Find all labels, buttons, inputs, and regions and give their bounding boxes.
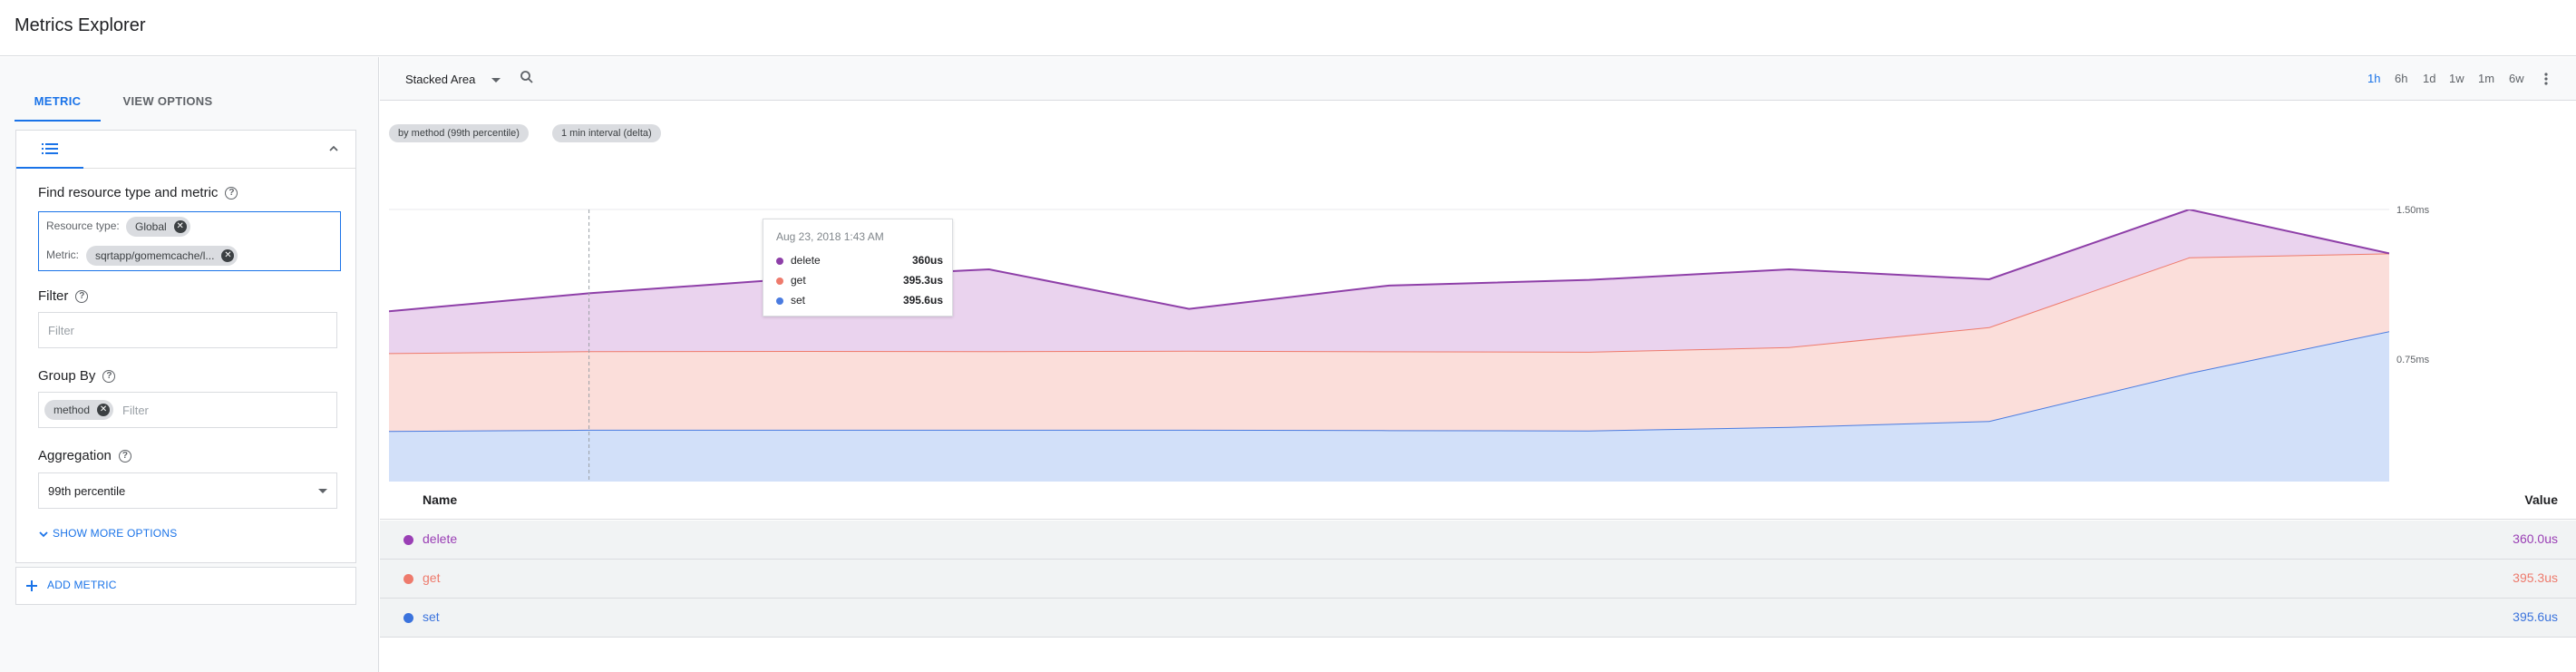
tooltip-row-delete: delete 360us (776, 254, 943, 268)
series-color-dot (403, 613, 413, 623)
add-metric-label: ADD METRIC (47, 579, 117, 591)
chart-toolbar: Stacked Area 1h 6h 1d 1w 1m 6w (380, 57, 2576, 101)
stacked-area-chart[interactable]: 00.75ms1.50ms:15:30:451:44:15:30:451:45:… (380, 148, 2576, 511)
chart-type-label: Stacked Area (405, 73, 476, 86)
group-by-placeholder: Filter (122, 404, 149, 417)
help-icon[interactable]: ? (118, 450, 131, 463)
aggregation-value: 99th percentile (48, 484, 126, 498)
metric-config-panel: METRIC VIEW OPTIONS Find resource type a… (0, 57, 379, 672)
chevron-up-icon[interactable] (326, 141, 341, 156)
value-column-header[interactable]: Value (2524, 492, 2558, 507)
list-view-icon[interactable] (16, 131, 83, 169)
tooltip-series-name: get (791, 274, 806, 287)
series-dot (776, 297, 783, 305)
filter-placeholder: Filter (48, 324, 74, 337)
plus-icon (26, 579, 37, 591)
tooltip-series-name: set (791, 294, 806, 307)
metric-chip-label: sqrtapp/gomemcache/l... (95, 249, 215, 262)
filter-label-text: Filter (38, 288, 69, 304)
tooltip-series-value: 395.6us (902, 294, 943, 307)
chart-type-select[interactable]: Stacked Area (405, 73, 501, 86)
search-icon[interactable] (520, 70, 534, 89)
aggregation-label: Aggregation? (38, 448, 131, 463)
group-by-chip[interactable]: method ✕ (44, 400, 114, 420)
name-column-header[interactable]: Name (423, 492, 457, 507)
remove-chip-icon[interactable]: ✕ (97, 404, 111, 416)
add-metric-button[interactable]: ADD METRIC (25, 579, 117, 592)
y-tick-label: 0.75ms (2396, 355, 2430, 365)
series-name: get (423, 570, 441, 585)
series-value: 395.3us (2513, 570, 2558, 585)
group-by-pill: by method (99th percentile) (389, 124, 529, 142)
help-icon[interactable]: ? (225, 187, 238, 200)
help-icon[interactable]: ? (102, 370, 116, 384)
metric-label: Metric: (46, 248, 79, 261)
interval-pill: 1 min interval (delta) (552, 124, 661, 142)
series-color-dot (403, 574, 413, 584)
tooltip-row-get: get 395.3us (776, 274, 943, 288)
chevron-down-icon (39, 531, 48, 538)
table-row[interactable]: set 395.6us (380, 599, 2576, 638)
add-metric-card[interactable]: ADD METRIC (15, 567, 356, 605)
show-more-options-button[interactable]: SHOW MORE OPTIONS (38, 527, 177, 540)
dropdown-caret-icon (318, 489, 327, 493)
range-6h[interactable]: 6h (2395, 72, 2407, 85)
tooltip-row-set: set 395.6us (776, 294, 943, 308)
resource-type-chip-label: Global (135, 220, 167, 233)
series-dot (776, 258, 783, 265)
group-by-chip-label: method (53, 404, 91, 416)
series-group (389, 209, 2389, 509)
help-icon[interactable]: ? (75, 290, 89, 304)
tooltip-series-value: 395.3us (902, 274, 943, 287)
metric-card-header (16, 131, 355, 169)
find-resource-label: Find resource type and metric? (38, 185, 238, 200)
remove-chip-icon[interactable]: ✕ (173, 220, 187, 233)
table-header: Name Value (380, 482, 2576, 520)
group-by-input[interactable]: method ✕ Filter (38, 392, 337, 428)
aggregation-label-text: Aggregation (38, 448, 112, 463)
series-name: delete (423, 531, 458, 546)
range-1w[interactable]: 1w (2449, 72, 2464, 85)
tab-metric[interactable]: METRIC (15, 82, 101, 122)
time-range-selector: 1h 6h 1d 1w 1m 6w (2367, 72, 2558, 88)
y-tick-label: 1.50ms (2396, 205, 2430, 216)
series-name: set (423, 609, 440, 624)
range-6w[interactable]: 6w (2509, 72, 2524, 85)
series-value: 395.6us (2513, 609, 2558, 624)
dropdown-caret-icon (491, 78, 501, 83)
filter-label: Filter? (38, 288, 89, 304)
series-dot (776, 278, 783, 285)
find-resource-text: Find resource type and metric (38, 185, 219, 200)
resource-metric-selector[interactable]: Resource type: Global ✕ Metric: sqrtapp/… (38, 211, 341, 271)
chart-area: Stacked Area 1h 6h 1d 1w 1m 6w by method… (380, 57, 2576, 672)
show-more-label: SHOW MORE OPTIONS (53, 527, 178, 540)
more-vert-icon[interactable] (2543, 72, 2549, 91)
series-value: 360.0us (2513, 531, 2558, 546)
page-title: Metrics Explorer (15, 15, 146, 35)
series-color-dot (403, 535, 413, 545)
filter-input[interactable]: Filter (38, 312, 337, 348)
tab-view-options[interactable]: VIEW OPTIONS (101, 82, 235, 122)
metric-card: Find resource type and metric? Resource … (15, 130, 356, 563)
top-bar: Metrics Explorer (0, 0, 2576, 56)
range-1m[interactable]: 1m (2478, 72, 2494, 85)
metric-chip[interactable]: sqrtapp/gomemcache/l... ✕ (86, 246, 238, 266)
group-by-label: Group By? (38, 368, 116, 384)
tooltip-date: Aug 23, 2018 1:43 AM (776, 230, 884, 243)
table-row[interactable]: delete 360.0us (380, 521, 2576, 560)
table-row[interactable]: get 395.3us (380, 560, 2576, 599)
chart-tooltip: Aug 23, 2018 1:43 AM delete 360us get 39… (763, 219, 953, 317)
resource-type-chip[interactable]: Global ✕ (126, 217, 190, 237)
tooltip-series-value: 360us (911, 254, 943, 267)
range-1d[interactable]: 1d (2423, 72, 2435, 85)
remove-chip-icon[interactable]: ✕ (221, 249, 235, 262)
range-1h[interactable]: 1h (2367, 72, 2380, 85)
resource-type-label: Resource type: (46, 219, 120, 232)
aggregation-select[interactable]: 99th percentile (38, 472, 337, 509)
tooltip-series-name: delete (791, 254, 821, 267)
group-by-label-text: Group By (38, 368, 96, 384)
